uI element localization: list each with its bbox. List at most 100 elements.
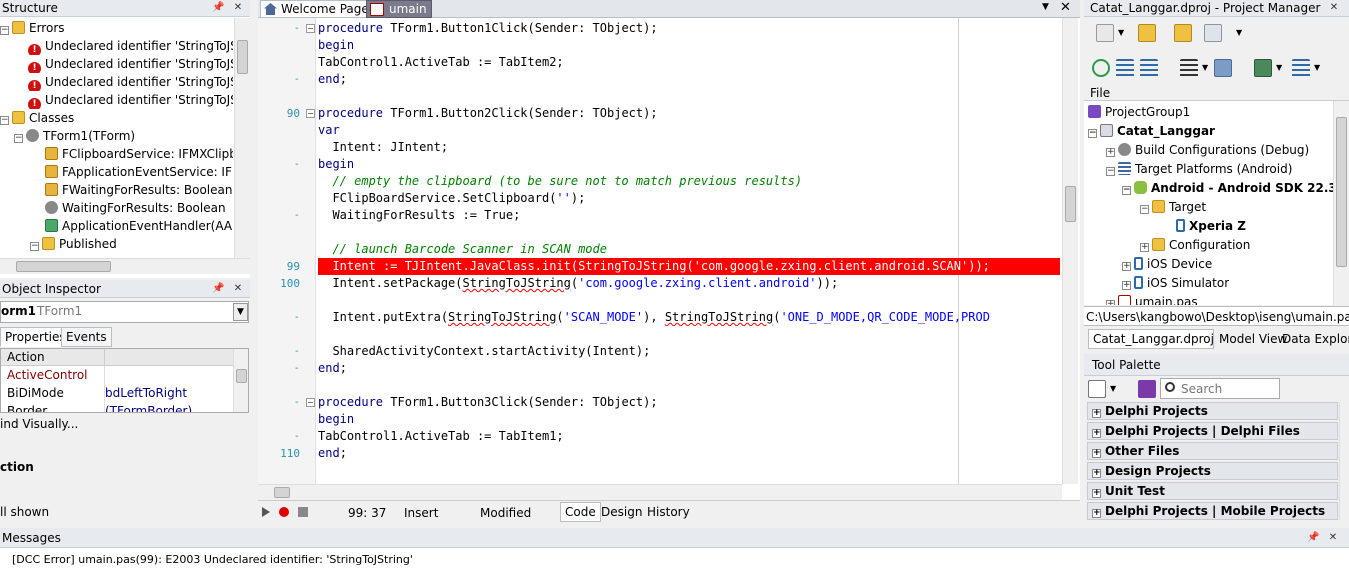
chevron-down-icon[interactable]: ▼ xyxy=(1236,28,1242,37)
tree-node[interactable]: + Configuration xyxy=(1140,236,1250,254)
structure-vscroll[interactable] xyxy=(234,18,250,258)
expand-icon[interactable] xyxy=(1116,59,1134,77)
pin-icon[interactable]: 📌 xyxy=(212,281,224,297)
chevron-down-icon[interactable]: ▼ xyxy=(1118,28,1124,37)
new-item-icon[interactable] xyxy=(1096,24,1114,42)
expand-icon[interactable]: + xyxy=(1092,449,1101,458)
tree-class[interactable]: − TForm1(TForm) xyxy=(14,127,135,145)
scroll-thumb[interactable] xyxy=(16,261,111,272)
collapse-icon[interactable]: − xyxy=(0,116,9,125)
collapse-icon[interactable] xyxy=(1140,59,1158,77)
tree-errors[interactable]: − Errors xyxy=(0,19,65,37)
expand-icon[interactable]: + xyxy=(1092,409,1101,418)
chevron-down-icon[interactable]: ▼ xyxy=(1314,63,1320,72)
tree-node[interactable]: − Android - Android SDK 22.3 3... xyxy=(1122,179,1337,197)
palette-category[interactable]: + Delphi Projects | Delphi Files xyxy=(1087,422,1338,440)
prop-value[interactable]: (TFormBorder) xyxy=(105,403,192,412)
member-item[interactable]: WaitingForResults: Boolean xyxy=(45,199,233,217)
editor-vscroll[interactable] xyxy=(1062,18,1078,484)
collapse-icon[interactable]: − xyxy=(30,242,39,251)
tree-classes[interactable]: − Classes xyxy=(0,109,74,127)
expand-icon[interactable]: + xyxy=(1122,281,1131,290)
scroll-thumb[interactable] xyxy=(236,369,247,383)
add-folder-icon[interactable] xyxy=(1138,24,1156,42)
expand-icon[interactable]: + xyxy=(1092,429,1101,438)
close-icon[interactable]: ✕ xyxy=(1060,0,1071,15)
prop-value[interactable]: bdLeftToRight xyxy=(105,385,187,402)
expand-icon[interactable]: + xyxy=(1092,469,1101,478)
categories-icon[interactable] xyxy=(1088,380,1106,398)
palette-category[interactable]: + Design Projects xyxy=(1087,462,1338,480)
member-item[interactable]: FApplicationEventService: IFMXA xyxy=(45,163,233,181)
project-vscroll[interactable] xyxy=(1333,101,1349,305)
member-item[interactable]: FWaitingForResults: Boolean xyxy=(45,181,233,199)
tree-node[interactable]: + iOS Simulator xyxy=(1122,274,1229,292)
scroll-thumb[interactable] xyxy=(274,487,290,498)
palette-category[interactable]: + Unit Test xyxy=(1087,482,1338,500)
tree-node[interactable]: ProjectGroup1 xyxy=(1088,103,1190,121)
file-column-header[interactable]: File xyxy=(1084,85,1349,101)
options-icon[interactable] xyxy=(1214,59,1232,77)
chevron-down-icon[interactable]: ▼ xyxy=(1110,384,1116,393)
collapse-icon[interactable]: − xyxy=(1106,167,1115,176)
close-icon[interactable]: ✕ xyxy=(1328,0,1340,16)
collapse-icon[interactable]: − xyxy=(14,134,23,143)
pin-icon[interactable]: 📌 xyxy=(212,0,224,16)
list-icon[interactable] xyxy=(1180,59,1198,77)
collapse-icon[interactable]: − xyxy=(1122,186,1131,195)
expand-icon[interactable]: + xyxy=(1092,489,1101,498)
tree-node[interactable]: − Target xyxy=(1140,198,1206,216)
play-icon[interactable] xyxy=(262,507,270,517)
collapse-icon[interactable]: − xyxy=(0,26,9,35)
member-item[interactable]: FClipboardService: IFMXClipboa xyxy=(45,145,233,163)
view-icon[interactable] xyxy=(1204,24,1222,42)
palette-category[interactable]: + Delphi Projects | Mobile Projects xyxy=(1087,502,1338,520)
component-icon[interactable] xyxy=(1138,380,1156,398)
refresh-icon[interactable] xyxy=(1092,59,1110,77)
tree-node[interactable]: − Catat_Langgar xyxy=(1088,122,1215,140)
palette-vscroll[interactable] xyxy=(1339,402,1349,520)
tree-node[interactable]: − Target Platforms (Android) xyxy=(1106,160,1292,178)
palette-category[interactable]: + Other Files xyxy=(1087,442,1338,460)
tab-data-explorer[interactable]: Data Explorer xyxy=(1277,329,1349,349)
member-item[interactable]: − Published xyxy=(30,235,233,253)
expand-icon[interactable]: + xyxy=(1106,148,1115,157)
chevron-down-icon[interactable]: ▼ xyxy=(1276,63,1282,72)
stop-icon[interactable] xyxy=(298,507,308,517)
tab-design[interactable]: Design xyxy=(596,502,647,522)
search-input[interactable] xyxy=(1181,380,1277,397)
search-box[interactable] xyxy=(1160,378,1280,399)
section-action[interactable]: Action xyxy=(1,349,104,366)
close-icon[interactable]: ✕ xyxy=(232,0,244,16)
fold-collapse-icon[interactable]: − xyxy=(306,398,315,407)
prop-name[interactable]: Border xyxy=(7,403,47,412)
tab-welcome-page[interactable]: Welcome Page xyxy=(260,0,374,18)
scroll-thumb[interactable] xyxy=(237,40,248,74)
record-icon[interactable] xyxy=(279,507,289,517)
inspector-vscroll[interactable] xyxy=(233,349,248,412)
close-icon[interactable]: ✕ xyxy=(1327,530,1339,546)
tree-node[interactable]: Xperia Z xyxy=(1176,217,1246,235)
chevron-down-icon[interactable]: ▼ xyxy=(1042,2,1049,12)
error-item[interactable]: ! Undeclared identifier 'StringToJStrin xyxy=(28,37,233,55)
tab-umain[interactable]: umain xyxy=(366,0,432,18)
collapse-icon[interactable]: − xyxy=(1140,205,1149,214)
prop-name[interactable]: ActiveControl xyxy=(7,367,88,384)
sort-icon[interactable] xyxy=(1292,59,1310,77)
build-icon[interactable] xyxy=(1254,59,1272,77)
message-line[interactable]: [DCC Error] umain.pas(99): E2003 Undecla… xyxy=(12,553,413,566)
tab-project[interactable]: Catat_Langgar.dproj ... xyxy=(1088,329,1214,349)
palette-category[interactable]: + Delphi Projects xyxy=(1087,402,1338,420)
prop-name[interactable]: BiDiMode xyxy=(7,385,64,402)
scroll-thumb[interactable] xyxy=(1336,117,1347,267)
tree-node[interactable]: + Build Configurations (Debug) xyxy=(1106,141,1309,159)
expand-icon[interactable]: + xyxy=(1122,262,1131,271)
object-selector[interactable]: orm1 TForm1 ▼ xyxy=(0,301,249,323)
bind-visually-link[interactable]: ind Visually... xyxy=(0,417,78,431)
fold-collapse-icon[interactable]: − xyxy=(306,109,315,118)
error-item[interactable]: ! Undeclared identifier 'StringToJStrin xyxy=(28,55,233,73)
error-item[interactable]: ! Undeclared identifier 'StringToJStrin xyxy=(28,91,233,109)
editor-hscroll[interactable] xyxy=(258,484,1062,500)
tree-node[interactable]: + iOS Device xyxy=(1122,255,1212,273)
pin-icon[interactable]: 📌 xyxy=(1307,530,1319,546)
